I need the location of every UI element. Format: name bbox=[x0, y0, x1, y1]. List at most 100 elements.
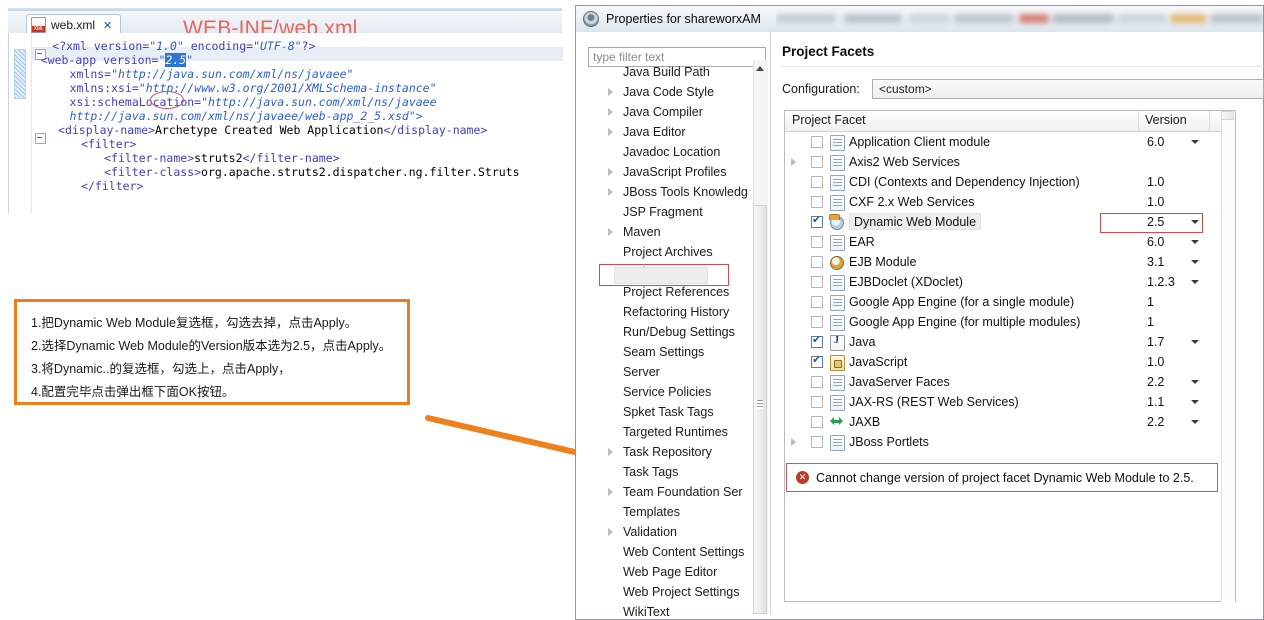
table-row[interactable]: JAXB 2.2 bbox=[785, 412, 1235, 432]
column-header-version[interactable]: Version bbox=[1145, 113, 1187, 127]
chevron-right-icon[interactable] bbox=[608, 448, 613, 456]
facet-version[interactable]: 2.2 bbox=[1147, 372, 1164, 392]
table-row[interactable]: JavaServer Faces 2.2 bbox=[785, 372, 1235, 392]
tree-item-refactoring-history[interactable]: Refactoring History bbox=[592, 302, 775, 322]
facet-checkbox[interactable] bbox=[811, 196, 823, 208]
tree-item-java-build-path[interactable]: Java Build Path bbox=[592, 62, 775, 82]
chevron-right-icon[interactable] bbox=[608, 528, 613, 536]
facet-checkbox[interactable] bbox=[811, 396, 823, 408]
tree-item-service-policies[interactable]: Service Policies bbox=[592, 382, 775, 402]
tree-item-jboss-tools-knowledg[interactable]: JBoss Tools Knowledg bbox=[592, 182, 775, 202]
editor-tab-webxml[interactable]: web.xml ✕ bbox=[26, 14, 122, 35]
facet-version[interactable]: 1 bbox=[1147, 292, 1154, 312]
facet-checkbox[interactable] bbox=[811, 354, 823, 368]
table-row[interactable]: Java 1.7 bbox=[785, 332, 1235, 352]
tree-item-maven[interactable]: Maven bbox=[592, 222, 775, 242]
tree-scrollbar-thumb[interactable] bbox=[753, 205, 767, 614]
tree-item-spket-task-tags[interactable]: Spket Task Tags bbox=[592, 402, 775, 422]
table-row[interactable]: EAR 6.0 bbox=[785, 232, 1235, 252]
chevron-down-icon[interactable] bbox=[1191, 340, 1199, 344]
facet-version[interactable]: 1 bbox=[1147, 312, 1154, 332]
chevron-right-icon[interactable] bbox=[608, 488, 613, 496]
tree-item-validation[interactable]: Validation bbox=[592, 522, 775, 542]
tree-item-server[interactable]: Server bbox=[592, 362, 775, 382]
facet-version[interactable]: 1.2.3 bbox=[1147, 272, 1175, 292]
chevron-right-icon[interactable] bbox=[608, 188, 613, 196]
table-row[interactable]: Google App Engine (for a single module) 1 bbox=[785, 292, 1235, 312]
chevron-right-icon[interactable] bbox=[608, 168, 613, 176]
facet-version[interactable]: 1.0 bbox=[1147, 352, 1164, 372]
tree-item-project-archives[interactable]: Project Archives bbox=[592, 242, 775, 262]
dialog-title-bar[interactable]: Properties for shareworxAM bbox=[576, 6, 1263, 33]
table-row[interactable]: EJB Module 3.1 bbox=[785, 252, 1235, 272]
facet-checkbox[interactable] bbox=[811, 296, 823, 308]
chevron-right-icon[interactable] bbox=[608, 128, 613, 136]
tree-item-targeted-runtimes[interactable]: Targeted Runtimes bbox=[592, 422, 775, 442]
project-facets-table[interactable]: Project Facet Version Application Client… bbox=[784, 110, 1236, 602]
tree-item-run-debug-settings[interactable]: Run/Debug Settings bbox=[592, 322, 775, 342]
chevron-down-icon[interactable] bbox=[1191, 140, 1199, 144]
tree-item-web-project-settings[interactable]: Web Project Settings bbox=[592, 582, 775, 602]
facet-checkbox[interactable] bbox=[811, 316, 823, 328]
tree-item-javadoc-location[interactable]: Javadoc Location bbox=[592, 142, 775, 162]
scroll-up-arrow-icon[interactable] bbox=[754, 62, 766, 74]
tree-item-web-content-settings[interactable]: Web Content Settings bbox=[592, 542, 775, 562]
tree-item-task-tags[interactable]: Task Tags bbox=[592, 462, 775, 482]
facet-checkbox[interactable] bbox=[811, 136, 823, 148]
facet-version[interactable]: 6.0 bbox=[1147, 132, 1164, 152]
tree-item-wikitext[interactable]: WikiText bbox=[592, 602, 775, 620]
column-header-project-facet[interactable]: Project Facet bbox=[792, 113, 866, 127]
tree-item-java-compiler[interactable]: Java Compiler bbox=[592, 102, 775, 122]
chevron-right-icon[interactable] bbox=[608, 228, 613, 236]
fold-toggle-icon-2[interactable] bbox=[35, 133, 46, 144]
tree-item-task-repository[interactable]: Task Repository bbox=[592, 442, 775, 462]
configuration-select[interactable]: <custom> bbox=[872, 79, 1264, 99]
facet-version[interactable]: 1.0 bbox=[1147, 192, 1164, 212]
facet-version[interactable]: 1.0 bbox=[1147, 172, 1164, 192]
close-icon[interactable]: ✕ bbox=[103, 19, 112, 32]
table-row[interactable]: Axis2 Web Services bbox=[785, 152, 1235, 172]
tree-item-java-editor[interactable]: Java Editor bbox=[592, 122, 775, 142]
table-row[interactable]: JBoss Portlets bbox=[785, 432, 1235, 452]
facet-checkbox[interactable] bbox=[811, 256, 823, 268]
tree-item-seam-settings[interactable]: Seam Settings bbox=[592, 342, 775, 362]
facet-version[interactable]: 1.1 bbox=[1147, 392, 1164, 412]
tree-item-team-foundation-ser[interactable]: Team Foundation Ser bbox=[592, 482, 775, 502]
chevron-right-icon[interactable] bbox=[608, 108, 613, 116]
tree-item-templates[interactable]: Templates bbox=[592, 502, 775, 522]
table-row[interactable]: CXF 2.x Web Services 1.0 bbox=[785, 192, 1235, 212]
facet-checkbox[interactable] bbox=[811, 236, 823, 248]
xml-code-area[interactable]: <?xml version="1.0" encoding="UTF-8"?> <w… bbox=[8, 33, 563, 213]
facet-checkbox[interactable] bbox=[811, 416, 823, 428]
facet-checkbox[interactable] bbox=[811, 436, 823, 448]
table-row[interactable]: JavaScript 1.0 bbox=[785, 352, 1235, 372]
settings-tree[interactable]: Java Build Path Java Code Style Java Compi… bbox=[592, 62, 775, 620]
chevron-down-icon[interactable] bbox=[1191, 380, 1199, 384]
facet-version[interactable]: 6.0 bbox=[1147, 232, 1164, 252]
chevron-down-icon[interactable] bbox=[1191, 240, 1199, 244]
chevron-down-icon[interactable] bbox=[1191, 260, 1199, 264]
facet-version[interactable]: 2.2 bbox=[1147, 412, 1164, 432]
facet-checkbox[interactable] bbox=[811, 376, 823, 388]
facet-version[interactable]: 3.1 bbox=[1147, 252, 1164, 272]
tree-item-java-code-style[interactable]: Java Code Style bbox=[592, 82, 775, 102]
table-row[interactable]: EJBDoclet (XDoclet) 1.2.3 bbox=[785, 272, 1235, 292]
chevron-right-icon[interactable] bbox=[608, 88, 613, 96]
table-row[interactable]: Application Client module 6.0 bbox=[785, 132, 1235, 152]
chevron-right-icon[interactable] bbox=[791, 158, 796, 166]
tree-item-jsp-fragment[interactable]: JSP Fragment bbox=[592, 202, 775, 222]
facet-checkbox[interactable] bbox=[811, 276, 823, 288]
facets-scrollbar-track[interactable] bbox=[1221, 111, 1235, 602]
chevron-right-icon[interactable] bbox=[791, 438, 796, 446]
chevron-down-icon[interactable] bbox=[1191, 280, 1199, 284]
table-row[interactable]: CDI (Contexts and Dependency Injection) 1… bbox=[785, 172, 1235, 192]
facet-checkbox[interactable] bbox=[811, 176, 823, 188]
tree-item-javascript-profiles[interactable]: JavaScript Profiles bbox=[592, 162, 775, 182]
chevron-down-icon[interactable] bbox=[1191, 400, 1199, 404]
chevron-down-icon[interactable] bbox=[1191, 420, 1199, 424]
facet-version[interactable]: 1.7 bbox=[1147, 332, 1164, 352]
table-row[interactable]: Google App Engine (for multiple modules)… bbox=[785, 312, 1235, 332]
table-row[interactable]: JAX-RS (REST Web Services) 1.1 bbox=[785, 392, 1235, 412]
facets-scrollbar-thumb[interactable] bbox=[1221, 111, 1234, 120]
facet-checkbox[interactable] bbox=[811, 334, 823, 348]
